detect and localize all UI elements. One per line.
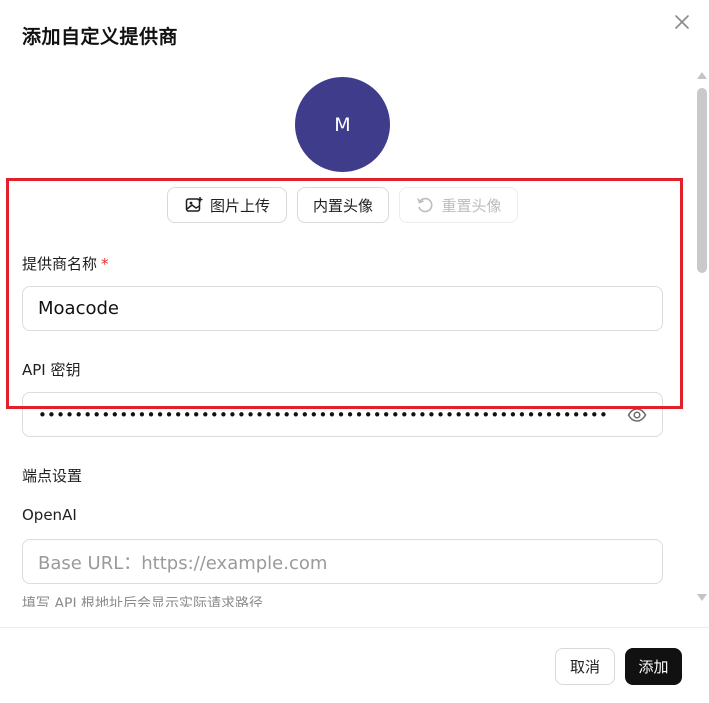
eye-icon[interactable] [626, 404, 648, 426]
footer-divider [0, 627, 709, 628]
api-key-label: API 密钥 [22, 361, 81, 379]
scroll-down-arrow[interactable] [697, 594, 707, 601]
scrollbar-thumb[interactable] [697, 88, 707, 273]
builtin-avatar-label: 内置头像 [312, 196, 373, 215]
cancel-label: 取消 [569, 658, 600, 676]
provider-name-value: Moacode [38, 298, 119, 319]
base-url-hint: 填写 API 根地址后会显示实际请求路径 [22, 596, 264, 607]
base-url-placeholder: Base URL：https://example.com [38, 552, 328, 574]
api-key-masked-value: ••••••••••••••••••••••••••••••••••••••••… [38, 405, 609, 424]
base-url-input[interactable]: Base URL：https://example.com [22, 539, 663, 584]
image-upload-label: 图片上传 [209, 196, 270, 215]
api-key-input[interactable]: ••••••••••••••••••••••••••••••••••••••••… [22, 392, 663, 437]
openai-label: OpenAI [22, 506, 77, 524]
provider-name-label-text: 提供商名称 [22, 255, 98, 273]
reset-icon [415, 195, 435, 215]
close-icon[interactable] [672, 12, 692, 32]
cancel-button[interactable]: 取消 [555, 648, 615, 685]
required-mark: * [101, 255, 109, 273]
builtin-avatar-button[interactable]: 内置头像 [297, 187, 389, 223]
image-upload-icon [184, 195, 204, 215]
dialog-body: M 图片上传 内置头像 重置头像 提供商名称 * Moacode API 密钥 … [0, 62, 709, 607]
avatar-letter: M [334, 113, 351, 136]
provider-name-label: 提供商名称 * [22, 253, 109, 274]
avatar: M [295, 77, 390, 172]
image-upload-button[interactable]: 图片上传 [167, 187, 287, 223]
reset-avatar-button[interactable]: 重置头像 [399, 187, 518, 223]
endpoint-section-label: 端点设置 [22, 467, 83, 485]
add-label: 添加 [638, 658, 669, 676]
add-button[interactable]: 添加 [625, 648, 682, 685]
reset-avatar-label: 重置头像 [441, 196, 502, 215]
dialog-title: 添加自定义提供商 [22, 26, 179, 48]
provider-name-input[interactable]: Moacode [22, 286, 663, 331]
scroll-up-arrow[interactable] [697, 72, 707, 79]
add-provider-dialog: 添加自定义提供商 M 图片上传 内置头像 重置头像 提供商名称 * Moacod… [0, 0, 709, 703]
